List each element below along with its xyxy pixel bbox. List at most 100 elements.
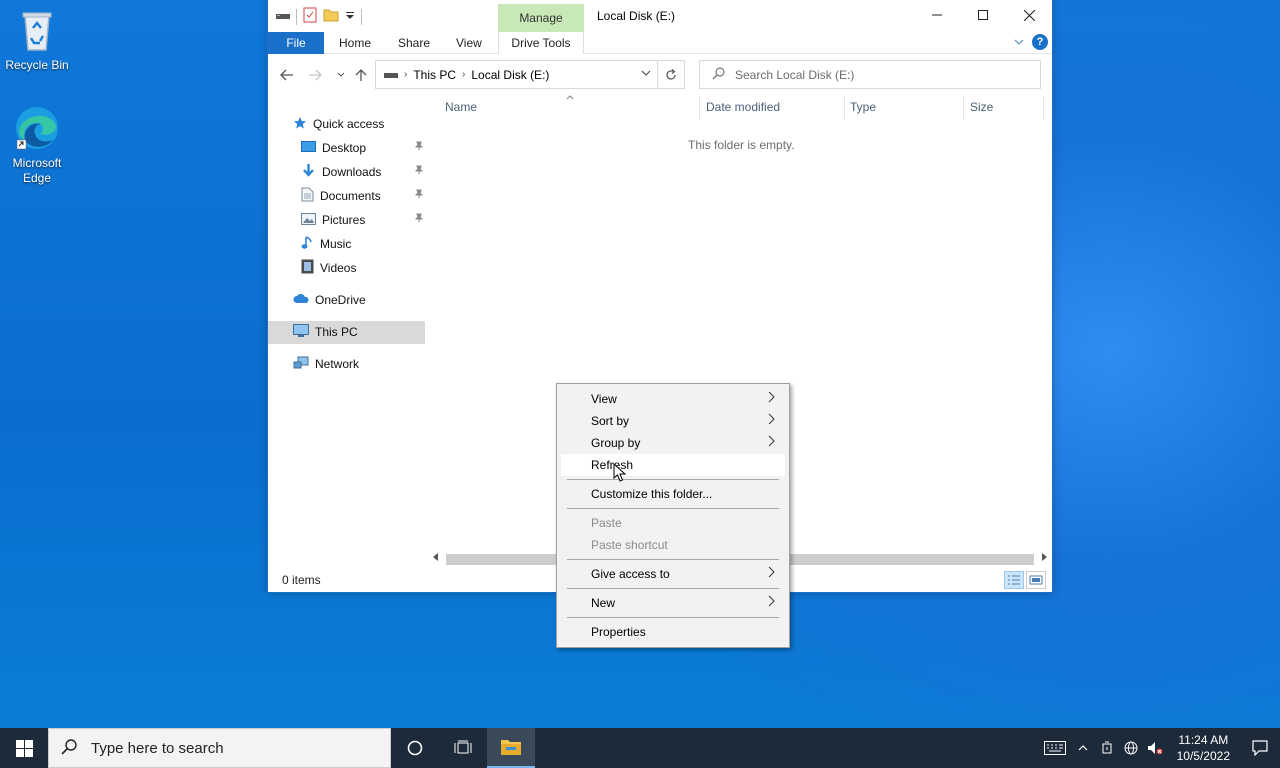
file-explorer-icon xyxy=(501,740,521,755)
recent-locations-button[interactable] xyxy=(332,66,350,84)
scroll-right-icon[interactable] xyxy=(1041,552,1048,564)
nav-item-quick-access[interactable]: Quick access xyxy=(293,113,384,135)
nav-item-music[interactable]: Music xyxy=(301,233,351,255)
volume-muted-icon[interactable] xyxy=(1143,728,1167,768)
breadcrumb-local-disk[interactable]: Local Disk (E:) xyxy=(471,68,549,82)
tab-drive-tools[interactable]: Drive Tools xyxy=(498,32,584,54)
nav-item-desktop[interactable]: Desktop xyxy=(301,137,456,159)
system-clock[interactable]: 11:24 AM 10/5/2022 xyxy=(1177,732,1230,764)
show-hidden-icons-icon[interactable] xyxy=(1071,728,1095,768)
pin-icon[interactable] xyxy=(414,165,424,178)
taskbar-search-box[interactable] xyxy=(48,728,391,768)
tab-file[interactable]: File xyxy=(268,32,324,54)
navigation-bar: › This PC › Local Disk (E:) xyxy=(268,56,1052,92)
tab-share[interactable]: Share xyxy=(398,32,430,54)
cloud-icon xyxy=(293,293,309,307)
help-icon[interactable]: ? xyxy=(1032,34,1048,50)
column-header-name[interactable]: Name xyxy=(445,100,477,114)
column-divider[interactable] xyxy=(963,96,964,120)
ribbon-tabs: File Home Share View Drive Tools ? xyxy=(268,32,1052,54)
status-item-count: 0 items xyxy=(282,573,321,587)
search-input[interactable] xyxy=(735,67,1025,82)
chevron-right-icon[interactable]: › xyxy=(462,69,465,80)
details-view-button[interactable] xyxy=(1004,571,1024,589)
close-button[interactable] xyxy=(1006,0,1052,30)
nav-item-network[interactable]: Network xyxy=(293,353,359,375)
maximize-button[interactable] xyxy=(960,0,1006,30)
recycle-bin-icon xyxy=(13,6,61,54)
menu-separator xyxy=(567,588,779,589)
nav-item-label: Downloads xyxy=(322,165,382,179)
address-bar[interactable]: › This PC › Local Disk (E:) xyxy=(375,60,658,89)
menu-separator xyxy=(567,559,779,560)
cortana-button[interactable] xyxy=(391,728,439,768)
customize-qat-icon[interactable] xyxy=(345,10,355,24)
star-icon xyxy=(293,116,307,133)
nav-item-label: Music xyxy=(320,237,352,251)
nav-item-videos[interactable]: Videos xyxy=(301,257,356,279)
title-bar: Manage Local Disk (E:) xyxy=(268,0,1052,32)
address-dropdown-icon[interactable] xyxy=(641,68,651,79)
taskbar-file-explorer[interactable] xyxy=(487,728,535,768)
column-header-date-modified[interactable]: Date modified xyxy=(706,100,780,114)
pin-icon[interactable] xyxy=(414,189,424,202)
submenu-arrow-icon xyxy=(768,563,775,585)
window-title: Local Disk (E:) xyxy=(597,9,676,23)
chevron-right-icon[interactable]: › xyxy=(404,69,407,80)
pin-icon[interactable] xyxy=(414,213,424,226)
column-divider[interactable] xyxy=(699,96,700,120)
start-button[interactable] xyxy=(0,728,48,768)
expand-ribbon-icon[interactable] xyxy=(1014,35,1024,49)
breadcrumb-this-pc[interactable]: This PC xyxy=(413,68,456,82)
submenu-arrow-icon xyxy=(768,410,775,432)
new-folder-icon[interactable] xyxy=(323,8,339,25)
desktop-icon-edge[interactable]: Microsoft Edge xyxy=(1,104,73,186)
action-center-button[interactable] xyxy=(1240,728,1280,768)
nav-item-onedrive[interactable]: OneDrive xyxy=(293,289,366,311)
nav-item-downloads[interactable]: Downloads xyxy=(301,161,456,183)
nav-item-this-pc[interactable]: This PC xyxy=(293,321,358,343)
menu-item-paste-shortcut[interactable]: Paste shortcut xyxy=(561,534,785,556)
nav-item-pictures[interactable]: Pictures xyxy=(301,209,456,231)
menu-item-customize-folder[interactable]: Customize this folder... xyxy=(561,483,785,505)
large-icons-view-button[interactable] xyxy=(1026,571,1046,589)
desktop-icon-recycle-bin[interactable]: Recycle Bin xyxy=(1,6,73,73)
tab-home[interactable]: Home xyxy=(339,32,371,54)
menu-item-sort-by[interactable]: Sort by xyxy=(561,410,785,432)
menu-item-paste[interactable]: Paste xyxy=(561,512,785,534)
menu-item-group-by[interactable]: Group by xyxy=(561,432,785,454)
windows-logo-icon xyxy=(15,739,33,757)
menu-item-properties[interactable]: Properties xyxy=(561,621,785,643)
taskbar-search-input[interactable] xyxy=(91,739,371,757)
menu-item-label: Paste shortcut xyxy=(591,538,668,552)
menu-item-view[interactable]: View xyxy=(561,388,785,410)
tab-view[interactable]: View xyxy=(456,32,482,54)
menu-item-give-access[interactable]: Give access to xyxy=(561,563,785,585)
column-divider[interactable] xyxy=(844,96,845,120)
forward-button[interactable] xyxy=(306,66,324,84)
menu-item-refresh[interactable]: Refresh xyxy=(561,454,785,476)
nav-item-documents[interactable]: Documents xyxy=(301,185,456,207)
notification-icon xyxy=(1252,740,1268,756)
drive-icon xyxy=(384,68,398,82)
task-view-button[interactable] xyxy=(439,728,487,768)
refresh-button[interactable] xyxy=(657,60,685,89)
pictures-icon xyxy=(301,212,316,228)
empty-folder-message: This folder is empty. xyxy=(688,138,795,152)
device-icon[interactable] xyxy=(1095,728,1119,768)
properties-icon[interactable] xyxy=(303,7,317,26)
column-header-type[interactable]: Type xyxy=(850,100,876,114)
back-button[interactable] xyxy=(278,66,296,84)
column-divider[interactable] xyxy=(1043,96,1044,120)
clock-date: 10/5/2022 xyxy=(1176,749,1230,763)
scroll-left-icon[interactable] xyxy=(432,552,439,564)
search-box[interactable] xyxy=(699,60,1041,89)
minimize-button[interactable] xyxy=(914,0,960,30)
up-button[interactable] xyxy=(352,66,370,84)
menu-item-new[interactable]: New xyxy=(561,592,785,614)
menu-separator xyxy=(567,479,779,480)
keyboard-icon[interactable] xyxy=(1039,728,1071,768)
column-header-size[interactable]: Size xyxy=(970,100,993,114)
globe-network-icon[interactable] xyxy=(1119,728,1143,768)
pin-icon[interactable] xyxy=(414,141,424,154)
